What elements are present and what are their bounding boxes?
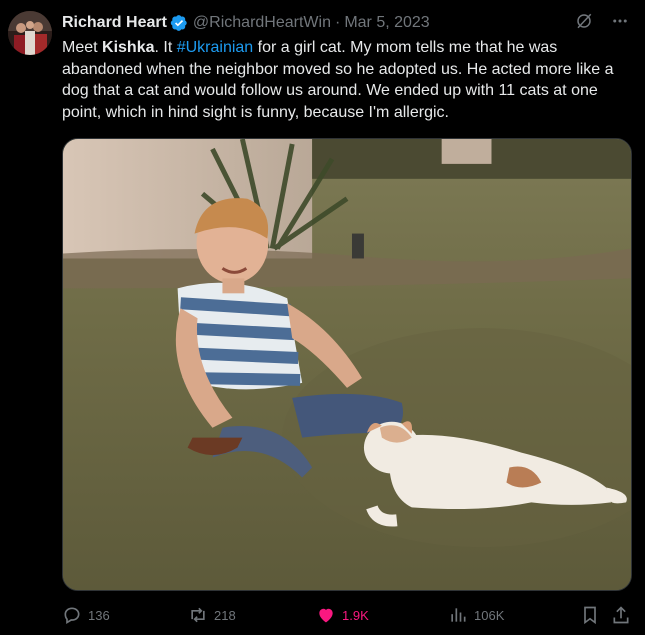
author-name[interactable]: Richard Heart <box>62 14 167 32</box>
reply-count: 136 <box>88 607 110 623</box>
header-separator: · <box>334 14 341 31</box>
tweet-text-part: . It <box>154 39 177 56</box>
tweet-bold-name: Kishka <box>102 39 155 56</box>
avatar[interactable] <box>8 11 52 55</box>
views-icon <box>451 608 466 622</box>
repost-icon <box>191 607 205 623</box>
tweet[interactable]: Richard Heart @RichardHeartWin · Mar 5, … <box>0 0 645 635</box>
photo-image <box>63 139 631 590</box>
repost-button[interactable]: 218 <box>188 605 236 625</box>
hashtag-link[interactable]: #Ukrainian <box>177 39 253 56</box>
more-options-icon[interactable] <box>611 12 629 30</box>
views-button[interactable]: 106K <box>448 605 504 625</box>
view-count: 106K <box>474 607 505 623</box>
tweet-text-part: Meet <box>62 39 103 56</box>
tweet-header: Richard Heart @RichardHeartWin · Mar 5, … <box>62 12 430 34</box>
grok-icon[interactable] <box>575 12 593 30</box>
share-icon <box>613 606 629 624</box>
avatar-image <box>8 11 52 55</box>
reply-icon <box>64 607 80 624</box>
heart-icon <box>319 608 333 623</box>
share-button[interactable] <box>611 605 637 625</box>
like-button[interactable]: 1.9K <box>316 605 369 625</box>
tweet-text: Meet Kishka. It #Ukrainian for a girl ca… <box>62 37 622 123</box>
repost-count: 218 <box>214 607 236 623</box>
bookmark-button[interactable] <box>580 605 606 625</box>
action-bar: 136 218 1.9K 106K <box>62 603 634 627</box>
verified-badge-icon <box>170 15 187 31</box>
author-handle[interactable]: @RichardHeartWin <box>193 14 331 32</box>
reply-button[interactable]: 136 <box>62 605 110 625</box>
like-count: 1.9K <box>342 607 369 623</box>
tweet-date[interactable]: Mar 5, 2023 <box>344 14 429 32</box>
tweet-top-icons <box>575 12 629 30</box>
tweet-photo[interactable] <box>62 138 632 591</box>
bookmark-icon <box>584 606 596 625</box>
